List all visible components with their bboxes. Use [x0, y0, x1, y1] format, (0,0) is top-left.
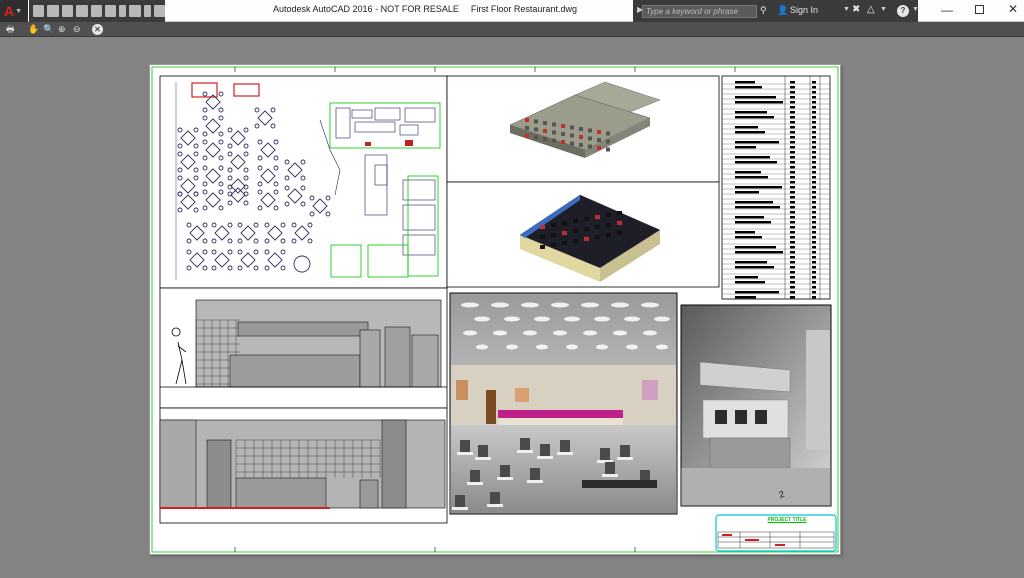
kitchen-render: 2 — [680, 304, 832, 507]
kitchen-elevation-1 — [159, 287, 448, 409]
drawing-canvas[interactable]: 2 — [0, 0, 1024, 578]
floor-plan-viewport — [159, 75, 448, 289]
dining-render — [449, 292, 678, 515]
bar-counter — [498, 410, 623, 418]
isometric-view-top — [446, 75, 720, 183]
project-title-label: PROJECT TITLE — [767, 517, 807, 523]
schedule-table — [721, 75, 831, 300]
kitchen-elevation-2 — [159, 407, 448, 524]
isometric-view-bottom — [446, 181, 720, 288]
